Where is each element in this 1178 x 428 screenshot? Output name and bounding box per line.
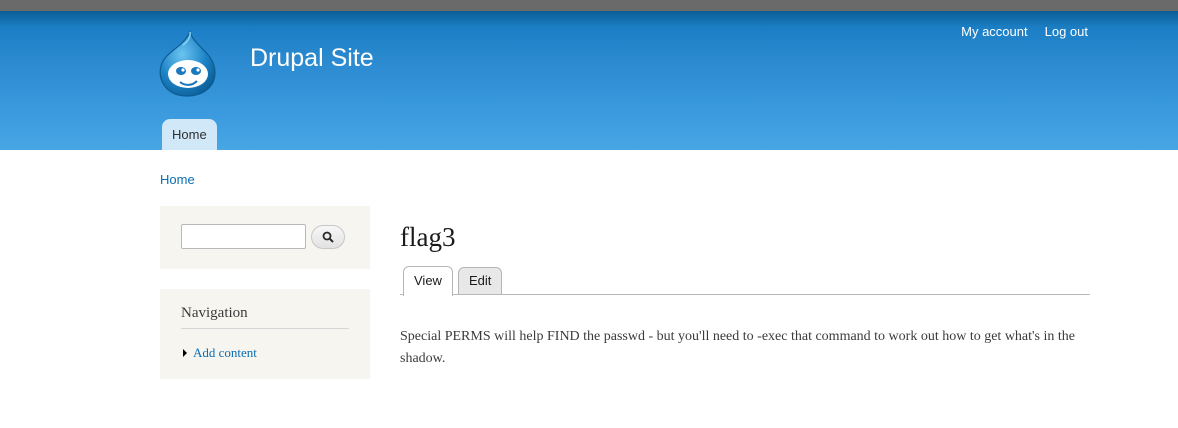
page-title: flag3	[400, 222, 456, 252]
site-header: Drupal Site My account Log out Home	[0, 11, 1178, 150]
browser-top-bar	[0, 0, 1178, 11]
search-button[interactable]	[311, 225, 345, 249]
drupal-drop-icon[interactable]	[157, 30, 219, 100]
main-menu: Home	[162, 119, 217, 150]
tab-edit[interactable]: Edit	[458, 267, 503, 294]
log-out-link[interactable]: Log out	[1045, 24, 1088, 39]
search-input[interactable]	[181, 224, 306, 249]
secondary-menu: My account Log out	[961, 24, 1088, 39]
breadcrumb-home-link[interactable]: Home	[160, 172, 195, 187]
search-block	[160, 206, 370, 269]
navigation-block: Navigation Add content	[160, 289, 370, 379]
tab-view[interactable]: View	[403, 266, 453, 296]
node-body-text: Special PERMS will help FIND the passwd …	[400, 329, 1076, 366]
navigation-title: Navigation	[181, 305, 349, 329]
site-name[interactable]: Drupal Site	[250, 44, 374, 73]
content-tabs: View Edit	[400, 266, 1090, 296]
search-icon	[322, 231, 334, 243]
add-content-link[interactable]: Add content	[193, 345, 257, 361]
main-menu-home-tab[interactable]: Home	[162, 119, 217, 150]
breadcrumb: Home	[160, 172, 195, 187]
bullet-triangle-icon	[183, 349, 187, 357]
my-account-link[interactable]: My account	[961, 24, 1027, 39]
navigation-list: Add content	[181, 345, 349, 361]
navigation-item: Add content	[181, 345, 349, 361]
